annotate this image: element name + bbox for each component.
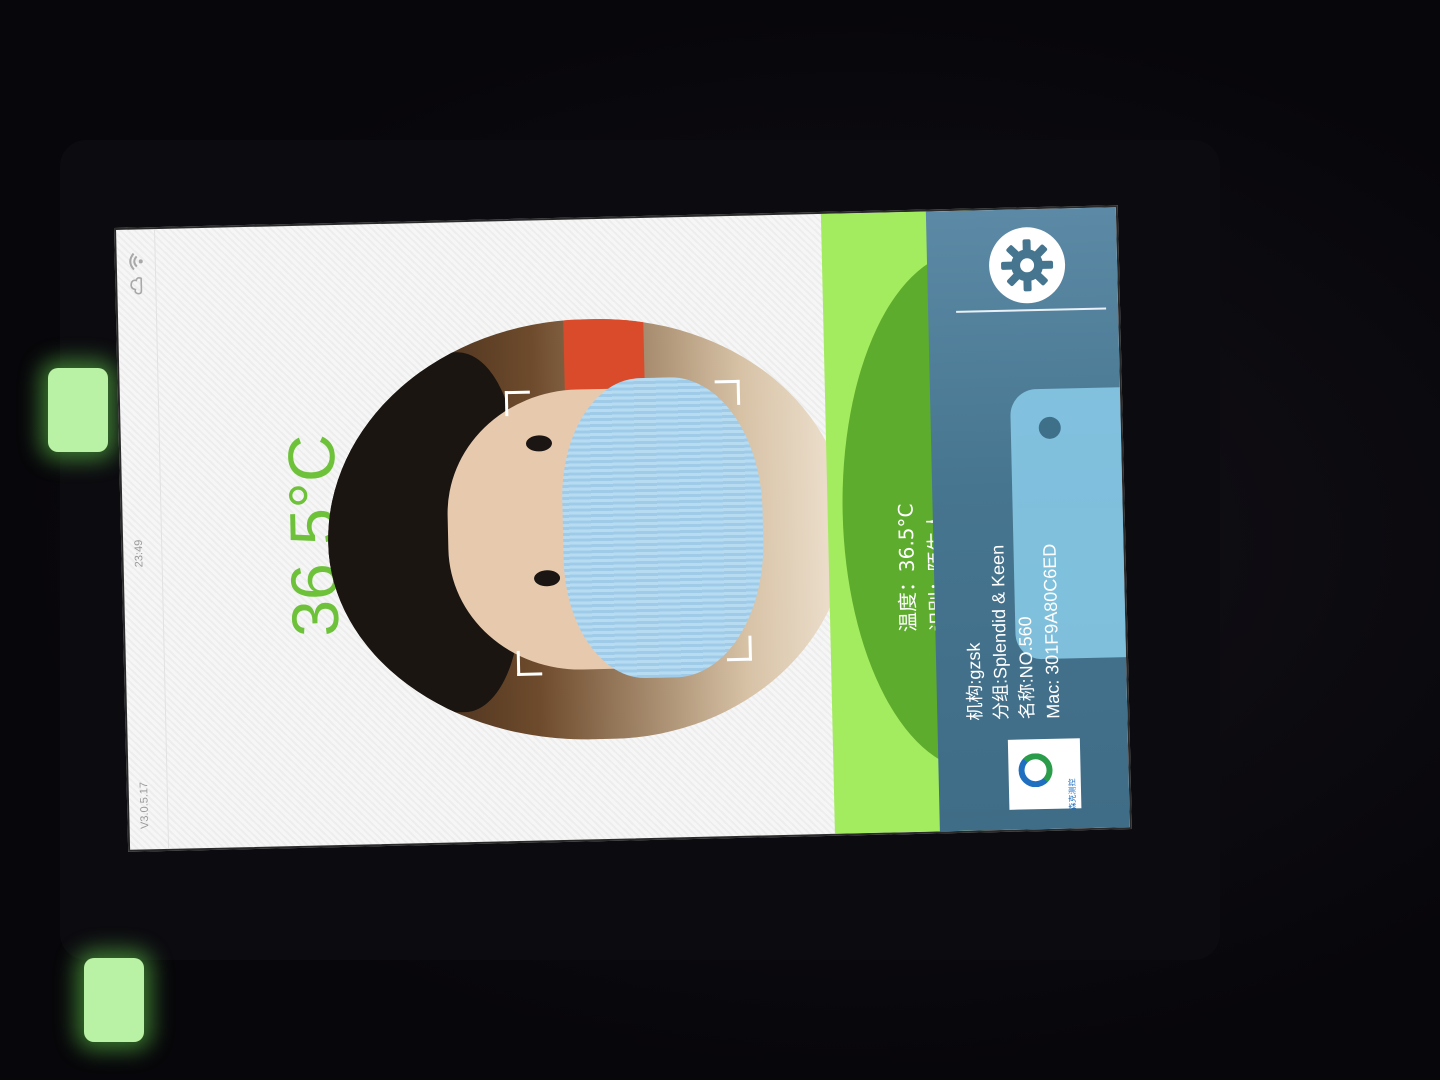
logo-text: 森克测控 [1067,778,1078,811]
face-mask [559,375,767,680]
face-scan-corner-icon [504,390,531,417]
photo-scene: 23:49 V3.0.5.17 36.5°C 温度：36.5°C 识别：陌生人 [0,0,1440,1080]
brand-logo: 森克测控 [1007,738,1082,810]
version-label: V3.0.5.17 [138,781,152,830]
settings-button[interactable] [988,226,1066,305]
face-scan-corner-icon [726,635,752,662]
wifi-icon [129,252,143,271]
face-scan-corner-icon [714,379,741,406]
info-divider [956,307,1107,313]
camera-face-view [323,313,853,746]
info-mac: Mac: 301F9A80C6ED [1039,543,1064,720]
logo-mark-icon [1018,752,1053,788]
status-led-top [48,368,108,452]
device-info-text: 机构:gzsk 分组:Splendid & Keen 名称:NO.560 Mac… [956,418,1083,721]
status-led-bottom [84,958,144,1042]
cloud-icon [130,276,143,295]
device-screen: 23:49 V3.0.5.17 36.5°C 温度：36.5°C 识别：陌生人 [114,205,1132,852]
gear-icon [1001,239,1054,292]
face-scan-corner-icon [516,650,543,676]
status-time: 23:49 [132,539,146,568]
